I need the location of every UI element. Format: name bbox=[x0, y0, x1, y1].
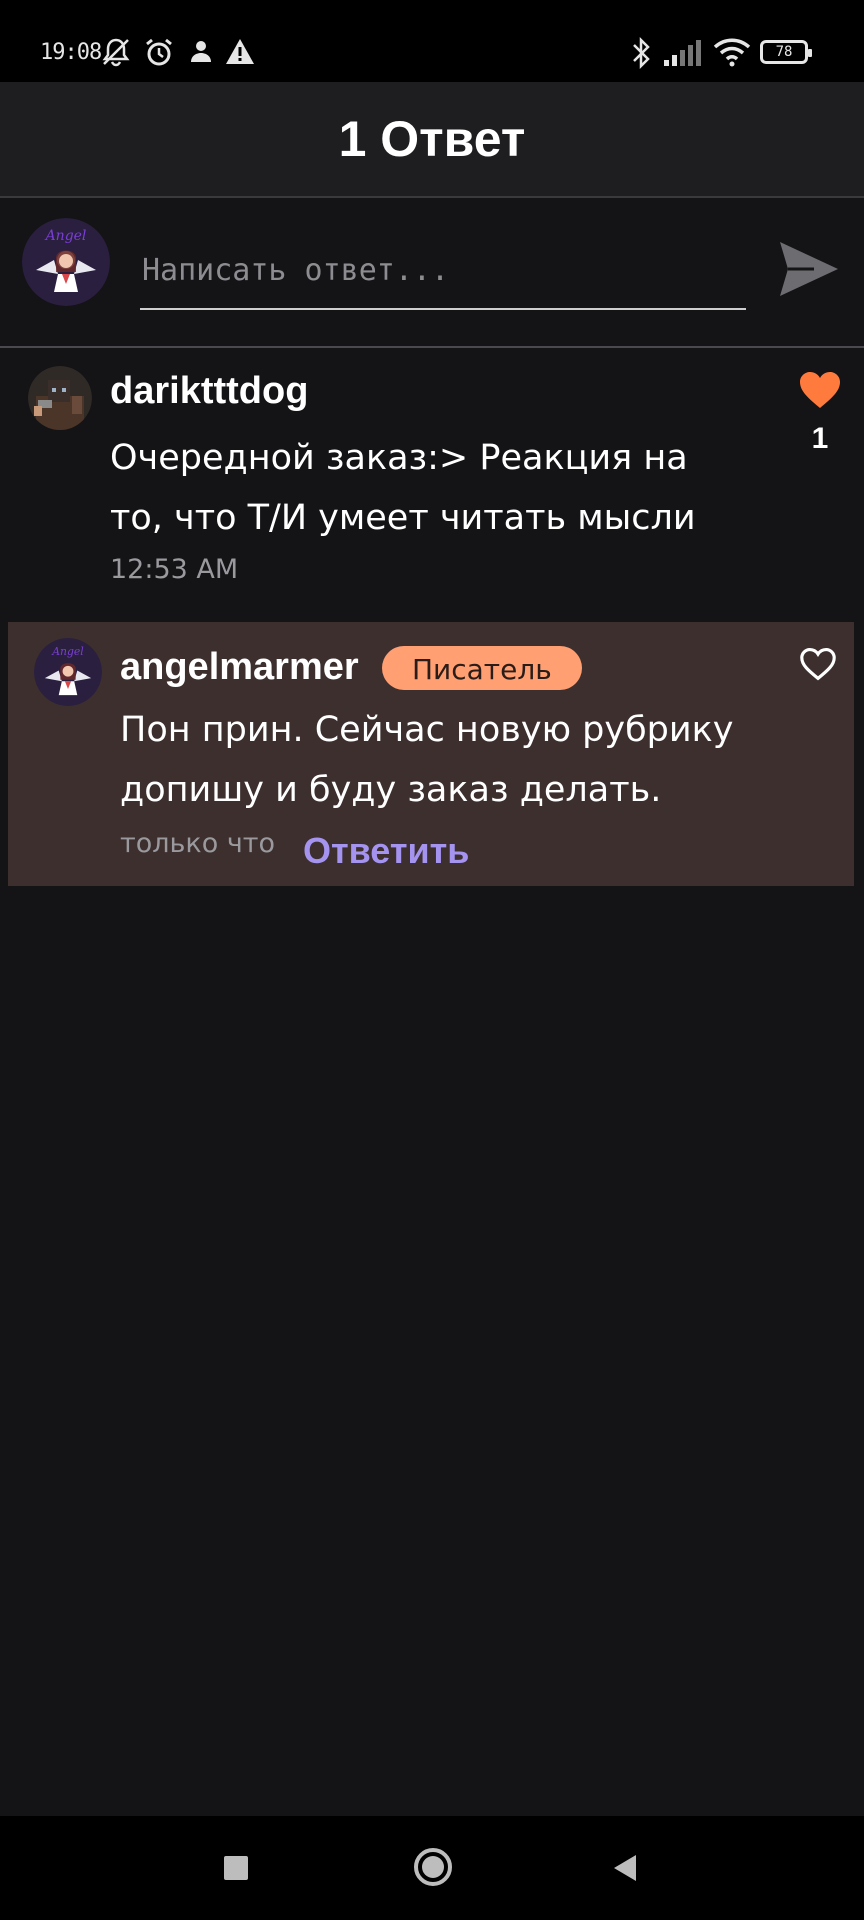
person-icon bbox=[191, 41, 211, 62]
battery-icon: 78 bbox=[760, 40, 812, 64]
comment-username[interactable]: dariktttdog bbox=[110, 370, 308, 413]
reply-input[interactable] bbox=[140, 242, 746, 310]
system-nav-bar bbox=[0, 1816, 864, 1920]
home-circle-icon[interactable] bbox=[412, 1846, 454, 1888]
svg-text:Angel: Angel bbox=[51, 645, 84, 658]
role-badge: Писатель bbox=[382, 646, 582, 690]
angel-avatar-icon: Angel bbox=[34, 638, 102, 706]
like-count: 1 bbox=[811, 422, 829, 455]
heart-filled-icon[interactable] bbox=[798, 370, 842, 410]
status-bar: 19:08 78 bbox=[0, 0, 864, 82]
avatar[interactable]: Angel bbox=[34, 638, 102, 706]
avatar[interactable] bbox=[28, 366, 92, 430]
comment-username[interactable]: angelmarmer bbox=[120, 646, 359, 689]
wifi-icon bbox=[713, 38, 751, 67]
status-time: 19:08 bbox=[40, 40, 102, 65]
minecraft-avatar-icon bbox=[28, 366, 92, 430]
comment-timestamp: только что bbox=[120, 828, 276, 859]
reply-composer: Angel bbox=[0, 198, 864, 348]
back-triangle-icon[interactable] bbox=[610, 1852, 640, 1884]
warning-icon bbox=[226, 39, 254, 64]
comment-text: Пон прин. Сейчас новую рубрику допишу и … bbox=[120, 710, 734, 810]
page-title: 1 Ответ bbox=[338, 111, 526, 167]
avatar[interactable]: Angel bbox=[22, 218, 110, 306]
signal-icon bbox=[664, 40, 701, 66]
angel-avatar-icon: Angel bbox=[22, 218, 110, 306]
comment-text: Очередной заказ:> Реакция на то, что Т/И… bbox=[110, 438, 696, 538]
bluetooth-icon bbox=[633, 36, 650, 70]
comment-highlighted: Angel angelmarmer Писатель Пон прин. Сей… bbox=[8, 622, 854, 886]
svg-text:Angel: Angel bbox=[44, 228, 87, 244]
send-icon[interactable] bbox=[776, 236, 842, 302]
alarm-icon bbox=[146, 38, 172, 66]
recents-square-icon[interactable] bbox=[222, 1854, 250, 1882]
muted-bell-icon bbox=[102, 38, 130, 67]
comment-timestamp: 12:53 AM bbox=[110, 554, 239, 585]
comment: dariktttdog Очередной заказ:> Реакция на… bbox=[0, 350, 864, 620]
heart-outline-icon[interactable] bbox=[798, 646, 838, 682]
reply-button[interactable]: Ответить bbox=[303, 830, 469, 872]
header: 1 Ответ bbox=[0, 82, 864, 198]
